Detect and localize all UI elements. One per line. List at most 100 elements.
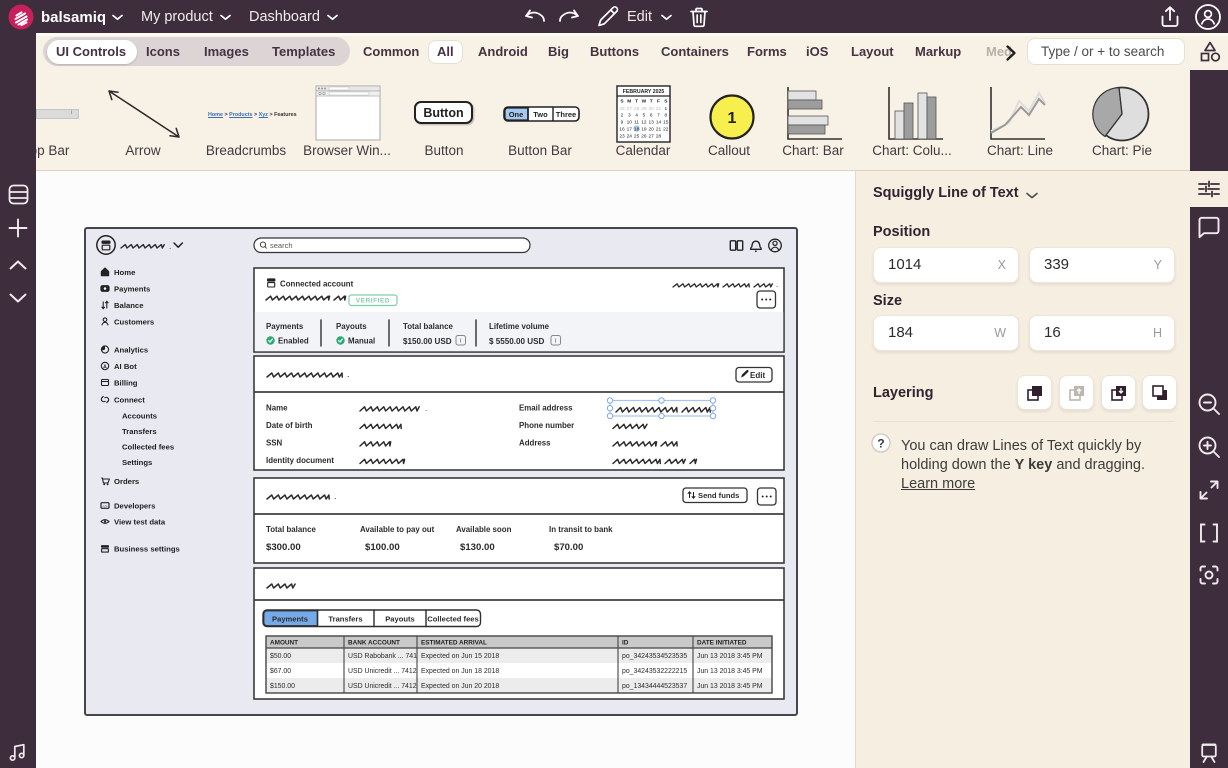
svg-text:.: . xyxy=(347,369,350,379)
svg-text:DATE INITIATED: DATE INITIATED xyxy=(697,640,747,647)
svg-text:Connect: Connect xyxy=(114,395,145,404)
svg-text:Name: Name xyxy=(266,404,288,413)
svg-text:Two: Two xyxy=(533,110,548,119)
svg-text:Customers: Customers xyxy=(114,317,154,326)
svg-text:$150.00 USD: $150.00 USD xyxy=(403,337,452,346)
svg-text:i: i xyxy=(460,338,461,345)
svg-text:Jun 13 2018 3:45 PM: Jun 13 2018 3:45 PM xyxy=(697,668,763,675)
svg-text:SSN: SSN xyxy=(266,439,283,448)
svg-text:Developers: Developers xyxy=(114,501,155,510)
svg-text:Payouts: Payouts xyxy=(336,322,367,331)
svg-text:Expected on Jun 18 2018: Expected on Jun 18 2018 xyxy=(421,668,499,675)
svg-text:15: 15 xyxy=(663,120,669,126)
svg-text:Payments: Payments xyxy=(114,284,150,293)
svg-text:3: 3 xyxy=(628,113,631,119)
svg-text:25: 25 xyxy=(634,133,640,139)
svg-text:29: 29 xyxy=(641,106,647,112)
svg-text:8: 8 xyxy=(664,113,667,119)
svg-text:$150.00: $150.00 xyxy=(270,683,295,690)
svg-text:Manual: Manual xyxy=(348,337,375,346)
svg-text:$50.00: $50.00 xyxy=(270,653,291,660)
svg-text:USD Rabobank ... 741: USD Rabobank ... 741 xyxy=(348,653,417,660)
svg-text:11: 11 xyxy=(634,120,639,126)
svg-text:Transfers: Transfers xyxy=(122,427,157,436)
svg-text:$130.00: $130.00 xyxy=(460,542,495,553)
svg-text:7: 7 xyxy=(657,113,660,119)
svg-text:26: 26 xyxy=(619,106,625,112)
svg-text:Jun 13 2018 3:45 PM: Jun 13 2018 3:45 PM xyxy=(697,653,763,660)
svg-text:12: 12 xyxy=(641,120,647,126)
svg-text:F: F xyxy=(657,99,660,105)
svg-text:16: 16 xyxy=(619,127,625,133)
svg-text:6: 6 xyxy=(650,113,653,119)
svg-text:Edit: Edit xyxy=(750,371,765,380)
svg-text:2: 2 xyxy=(621,113,624,119)
svg-text:i: i xyxy=(555,338,556,345)
svg-text:Orders: Orders xyxy=(114,477,139,486)
svg-text:Balance: Balance xyxy=(114,301,144,310)
svg-text:24: 24 xyxy=(627,133,633,139)
svg-text:Payments: Payments xyxy=(266,322,304,331)
svg-text:po_34243534523535: po_34243534523535 xyxy=(622,653,687,660)
svg-text:$300.00: $300.00 xyxy=(266,542,301,553)
svg-text:.: . xyxy=(334,491,337,501)
svg-text:.: . xyxy=(425,404,427,413)
svg-text:1: 1 xyxy=(664,106,667,112)
svg-text:Billing: Billing xyxy=(114,378,138,387)
svg-text:Business settings: Business settings xyxy=(114,544,180,553)
svg-text:Collected fees: Collected fees xyxy=(122,442,174,451)
svg-text:Home: Home xyxy=(114,268,136,277)
svg-text:search: search xyxy=(270,241,293,250)
svg-text:19: 19 xyxy=(641,127,647,133)
svg-text:Total balance: Total balance xyxy=(266,525,316,534)
svg-text:Phone number: Phone number xyxy=(519,421,574,430)
svg-text:27: 27 xyxy=(627,106,633,112)
svg-text:In transit to bank: In transit to bank xyxy=(549,525,613,534)
svg-text:5: 5 xyxy=(643,113,646,119)
svg-text:Expected on Jun 20 2018: Expected on Jun 20 2018 xyxy=(421,683,499,690)
svg-text:FEBRUARY 2025: FEBRUARY 2025 xyxy=(623,89,665,95)
svg-text:po_13434444523537: po_13434444523537 xyxy=(622,683,687,690)
svg-text:Accounts: Accounts xyxy=(122,411,157,420)
svg-text:Email address: Email address xyxy=(519,404,573,413)
svg-text:BANK ACCOUNT: BANK ACCOUNT xyxy=(348,640,400,647)
svg-text:$100.00: $100.00 xyxy=(365,542,400,553)
svg-text:A: A xyxy=(103,364,107,370)
svg-text:T: T xyxy=(650,99,653,105)
svg-text:.: . xyxy=(776,280,778,289)
svg-text:Collected fees: Collected fees xyxy=(427,615,479,624)
svg-text:31: 31 xyxy=(656,106,662,112)
svg-text:1: 1 xyxy=(728,110,737,127)
svg-text:$70.00: $70.00 xyxy=(554,542,583,553)
svg-text:18: 18 xyxy=(634,127,640,133)
svg-text:Analytics: Analytics xyxy=(114,345,148,354)
svg-text:AMOUNT: AMOUNT xyxy=(270,640,298,647)
svg-text:VERIFIED: VERIFIED xyxy=(356,298,390,305)
svg-text:Settings: Settings xyxy=(122,458,152,467)
svg-text:$ 5550.00 USD: $ 5550.00 USD xyxy=(489,337,544,346)
svg-text:</>: </> xyxy=(102,504,107,508)
svg-text:4: 4 xyxy=(635,113,638,119)
svg-text:17: 17 xyxy=(627,127,633,133)
svg-text:23: 23 xyxy=(619,133,625,139)
svg-text:14: 14 xyxy=(656,120,662,126)
svg-text:Transfers: Transfers xyxy=(328,615,362,624)
svg-text:30: 30 xyxy=(649,106,655,112)
svg-text:Lifetime volume: Lifetime volume xyxy=(489,322,550,331)
svg-text:Total balance: Total balance xyxy=(403,322,453,331)
svg-text:Identity document: Identity document xyxy=(266,456,334,465)
svg-text:Payouts: Payouts xyxy=(385,615,415,624)
svg-text:Expected on Jun 15 2018: Expected on Jun 15 2018 xyxy=(421,653,499,660)
svg-text:W: W xyxy=(642,99,647,105)
svg-text:Available soon: Available soon xyxy=(456,525,512,534)
svg-text:Jun 13 2018 3:45 PM: Jun 13 2018 3:45 PM xyxy=(697,683,763,690)
svg-text:10: 10 xyxy=(627,120,633,126)
svg-text:Three: Three xyxy=(556,110,576,119)
svg-text:Payments: Payments xyxy=(272,615,308,624)
svg-text:View test data: View test data xyxy=(114,517,166,526)
svg-text:27: 27 xyxy=(649,133,655,139)
svg-text:21: 21 xyxy=(656,127,662,133)
svg-text:?: ? xyxy=(877,437,884,451)
svg-text:20: 20 xyxy=(649,127,655,133)
svg-text:28: 28 xyxy=(656,133,662,139)
